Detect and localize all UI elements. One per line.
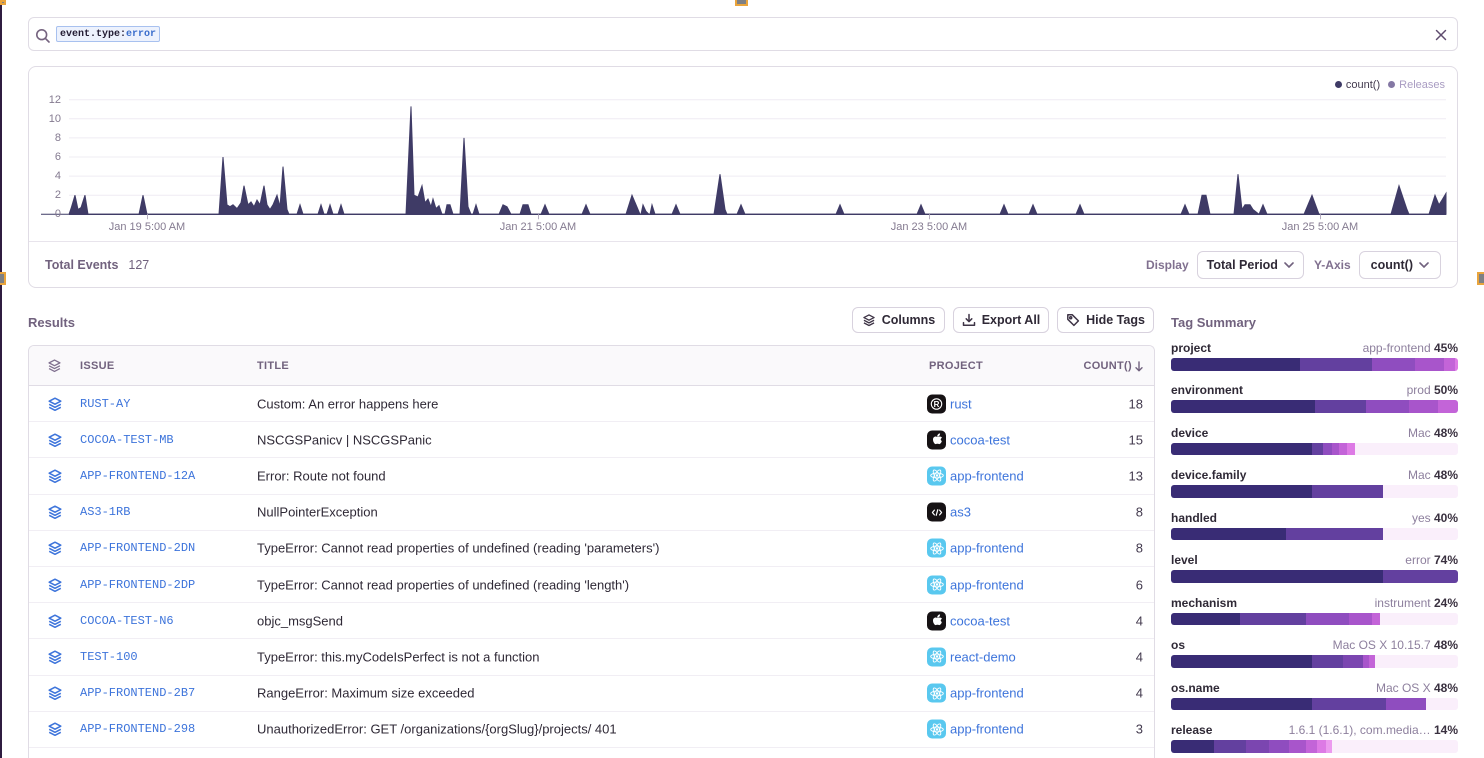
svg-text:R: R xyxy=(934,399,940,408)
